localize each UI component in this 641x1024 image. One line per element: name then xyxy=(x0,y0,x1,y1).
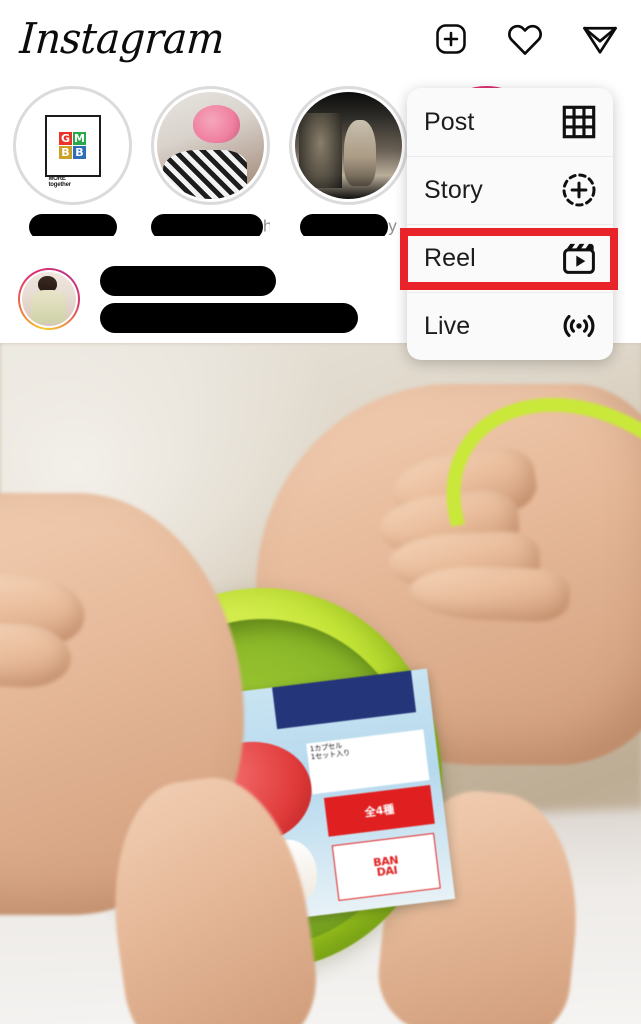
create-menu-item-story[interactable]: Story xyxy=(407,156,613,224)
gmbb-logo: G M B B MORE together xyxy=(44,114,101,188)
story-username xyxy=(13,214,132,236)
gmbb-tagline: MORE together xyxy=(48,176,72,188)
story-avatar xyxy=(157,92,264,199)
post-author-avatar[interactable] xyxy=(18,268,80,330)
grid-icon xyxy=(561,104,597,140)
story-ring xyxy=(289,86,408,205)
gmbb-letter: B xyxy=(59,146,72,159)
create-menu-item-reel[interactable]: Reel xyxy=(407,224,613,292)
redaction-bar xyxy=(28,214,117,236)
story-item[interactable]: h xyxy=(151,86,270,236)
story-plus-icon xyxy=(561,172,597,208)
bandai-logo: BAN DAI xyxy=(332,832,441,901)
redaction-bar xyxy=(151,214,263,236)
create-menu-item-label: Post xyxy=(424,107,475,136)
app-header: Instagram xyxy=(0,0,641,86)
story-item[interactable]: G M B B MORE together xyxy=(13,86,132,236)
insert-variants-text: 全4種 xyxy=(323,784,436,837)
header-actions xyxy=(433,21,619,57)
gmbb-letter: M xyxy=(73,132,86,145)
story-username: h xyxy=(151,214,270,236)
create-menu-item-label: Reel xyxy=(424,243,476,272)
gmbb-letter: G xyxy=(59,132,72,145)
instagram-logo[interactable]: Instagram xyxy=(18,15,225,64)
story-username: y xyxy=(289,214,408,236)
story-avatar: G M B B MORE together xyxy=(19,92,126,199)
story-ring: G M B B MORE together xyxy=(13,86,132,205)
new-post-icon[interactable] xyxy=(433,21,469,57)
post-username-redaction-bar xyxy=(100,265,276,296)
live-broadcast-icon xyxy=(561,308,597,344)
create-menu[interactable]: Post Story Reel Live xyxy=(407,88,613,360)
create-menu-item-post[interactable]: Post xyxy=(407,88,613,156)
create-menu-item-label: Story xyxy=(424,175,483,204)
post-location-redaction-bar xyxy=(100,302,358,333)
bandai-logo-line2: DAI xyxy=(376,863,399,879)
gmbb-tagline-bottom: together xyxy=(48,181,72,188)
reel-clapperboard-icon xyxy=(561,240,597,276)
direct-messages-icon[interactable] xyxy=(581,21,619,57)
instagram-app-screen: Instagram G M B B MORE together h y 1カプセ… xyxy=(0,0,641,1024)
story-item[interactable]: y xyxy=(289,86,408,236)
redaction-bar xyxy=(300,214,389,236)
create-menu-item-live[interactable]: Live xyxy=(407,292,613,360)
story-ring xyxy=(151,86,270,205)
create-menu-item-label: Live xyxy=(424,311,471,340)
activity-heart-icon[interactable] xyxy=(506,21,544,57)
gmbb-letter: B xyxy=(73,146,86,159)
post-media-video[interactable]: 1カプセル 1セット入り 全4種 BAN DAI ダイ 〒111-8081 xyxy=(0,343,641,1024)
insert-capsule-text: 1カプセル 1セット入り xyxy=(306,729,431,794)
story-username-tail: h xyxy=(263,216,270,236)
story-username-tail: y xyxy=(388,216,397,236)
story-avatar xyxy=(295,92,402,199)
post-author-meta xyxy=(100,265,358,333)
